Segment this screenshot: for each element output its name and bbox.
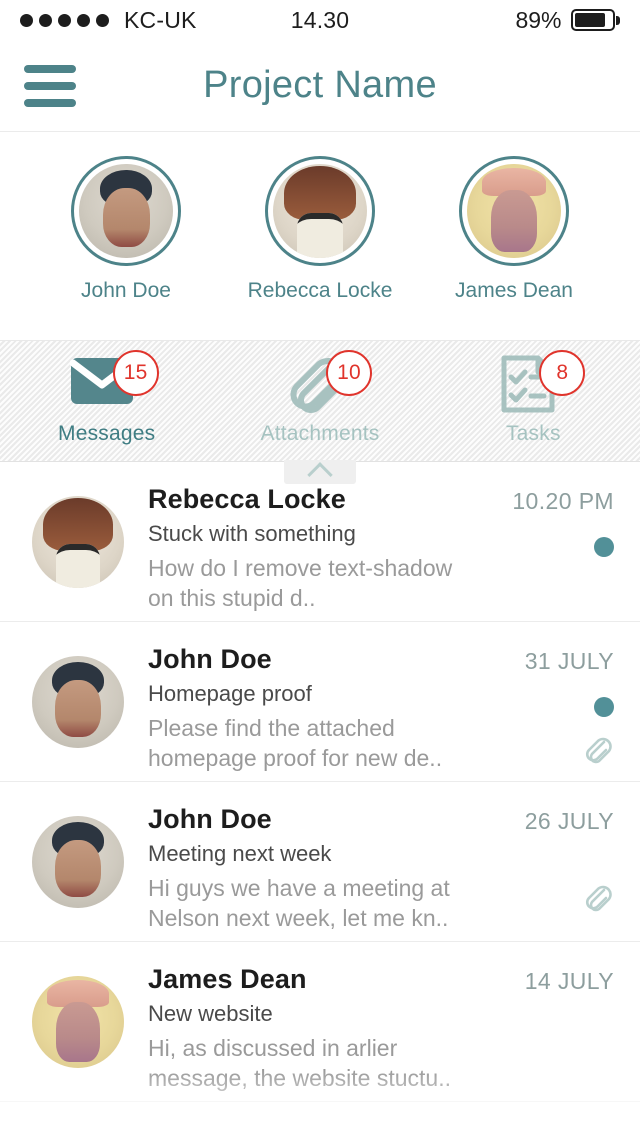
team-member-james-dean[interactable]: James Dean [450,156,578,303]
page-title: Project Name [203,64,437,106]
message-preview: Hi, as discussed in arlier message, the … [148,1035,451,1091]
battery-icon [570,9,620,31]
avatar [265,156,375,266]
signal-strength-icon [20,13,109,27]
battery-percent-label: 89% [515,6,562,33]
carrier-label: KC-UK [124,6,197,33]
message-list-item[interactable]: John Doe Homepage proof Please find the … [0,622,640,782]
message-list-item[interactable]: John Doe Meeting next week Hi guys we ha… [0,782,640,942]
message-timestamp: 26 JULY [524,808,614,834]
status-bar-right: 89% [515,7,620,34]
chevron-up-icon [307,462,333,488]
status-bar: KC-UK 14.30 89% [0,0,640,40]
avatar [459,156,569,266]
attachments-badge: 10 [325,350,372,396]
tab-tasks[interactable]: 8 Tasks [427,350,640,446]
message-timestamp: 31 JULY [524,648,614,674]
section-tab-bar: 15 Messages 10 Attachments 8 Tasks [0,340,640,488]
message-preview: Please find the attached homepage proof … [148,715,443,771]
message-subject: Homepage proof [148,681,312,707]
messages-badge: 15 [112,350,159,396]
tab-label: Attachments [260,422,380,445]
message-list: Rebecca Locke Stuck with something How d… [0,462,640,1102]
message-subject: New website [148,1001,273,1027]
message-sender: John Doe [148,804,272,834]
avatar [32,496,124,588]
avatar [32,656,124,748]
app-header: Project Name [0,40,640,132]
unread-indicator-dot [594,537,614,557]
avatar [32,976,124,1068]
message-subject: Meeting next week [148,841,332,867]
message-subject: Stuck with something [148,521,356,547]
tab-attachments[interactable]: 10 Attachments [213,350,426,446]
unread-indicator-dot [594,697,614,717]
team-member-rebecca-locke[interactable]: Rebecca Locke [248,156,392,303]
team-members-strip: John Doe Rebecca Locke James Dean [0,132,640,340]
avatar [32,816,124,908]
message-preview: How do I remove text-shadow on this stup… [148,555,453,611]
hamburger-icon[interactable] [24,64,76,107]
tasks-badge: 8 [539,350,586,396]
attachment-paperclip-icon [586,737,612,764]
message-preview: Hi guys we have a meeting at Nelson next… [148,875,450,931]
team-member-label: Rebecca Locke [247,279,393,302]
tab-label: Messages [58,422,156,445]
team-member-label: John Doe [81,279,171,302]
drawer-collapse-handle[interactable] [284,460,356,488]
tab-label: Tasks [505,422,561,445]
tab-messages[interactable]: 15 Messages [0,350,213,446]
status-bar-left: KC-UK [20,7,197,34]
message-sender: Rebecca Locke [148,484,346,514]
team-member-john-doe[interactable]: John Doe [62,156,190,303]
message-sender: John Doe [148,644,272,674]
message-timestamp: 14 JULY [524,968,614,994]
avatar [71,156,181,266]
attachment-paperclip-icon [586,885,612,912]
message-sender: James Dean [148,964,307,994]
message-list-item[interactable]: James Dean New website Hi, as discussed … [0,942,640,1102]
team-member-label: James Dean [455,279,573,302]
message-timestamp: 10.20 PM [512,488,614,514]
